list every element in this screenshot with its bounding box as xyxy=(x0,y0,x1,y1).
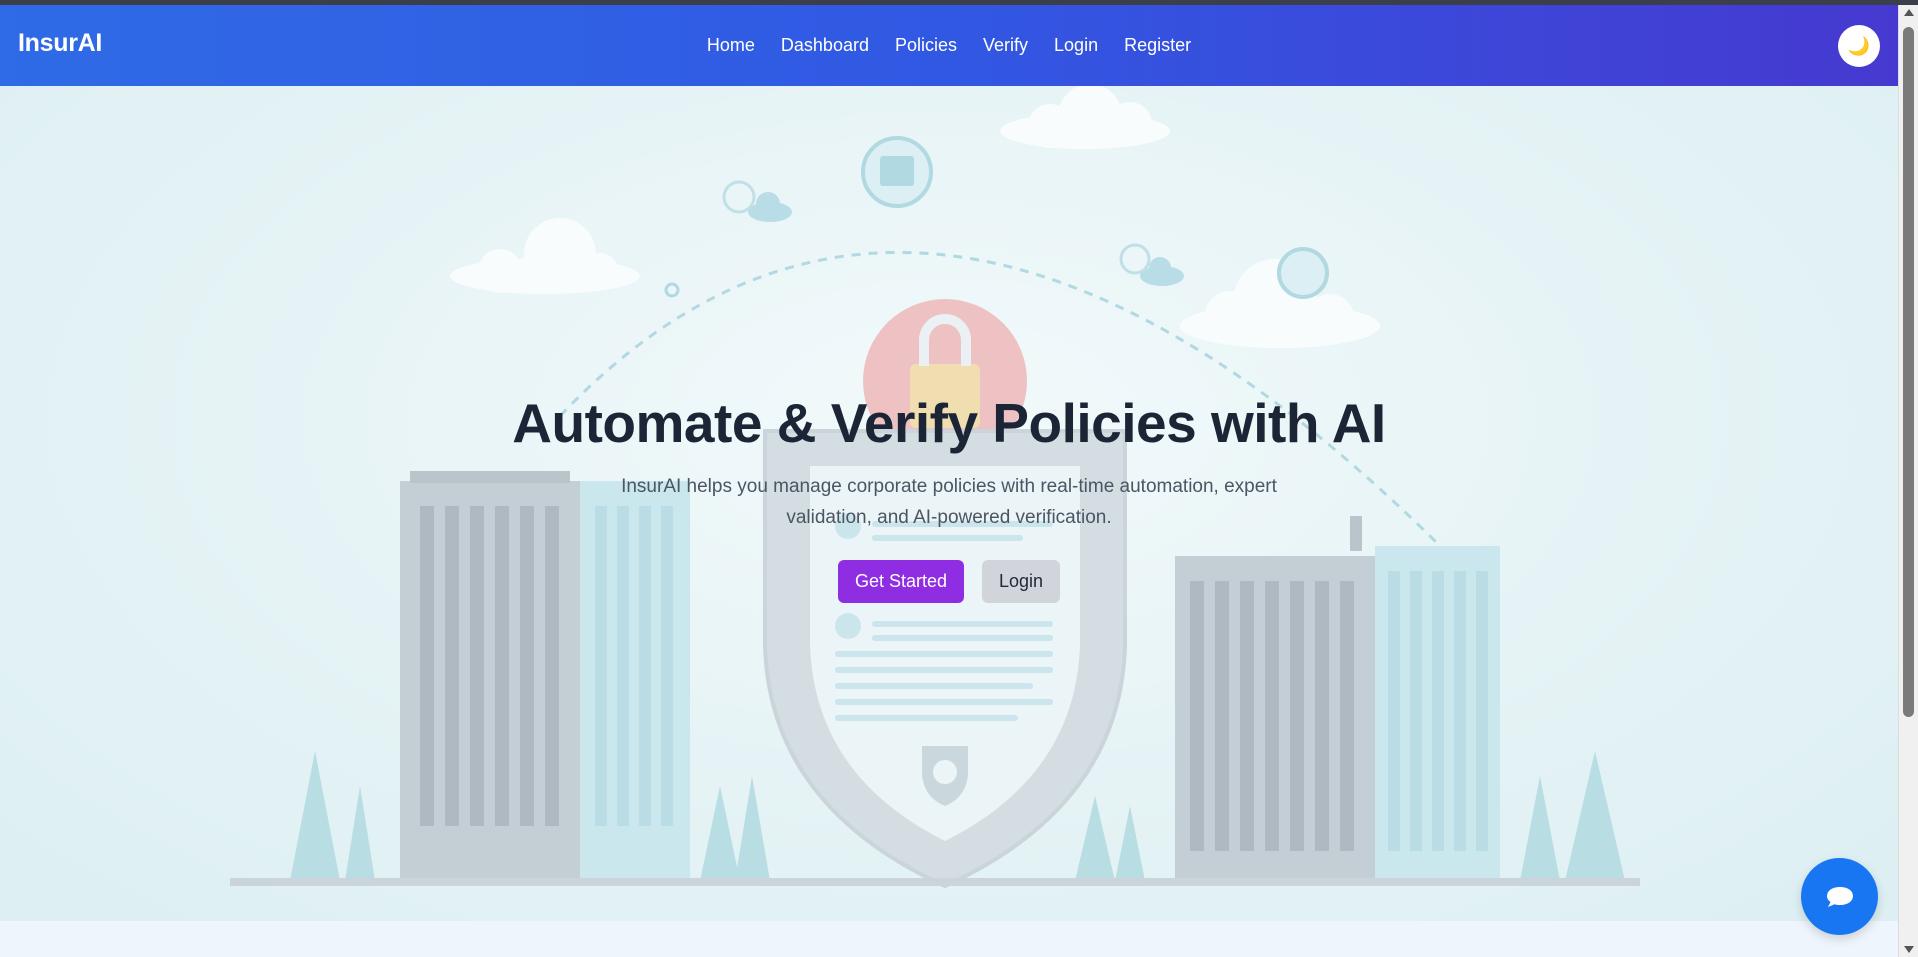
next-section xyxy=(0,921,1898,957)
nav-link-dashboard[interactable]: Dashboard xyxy=(768,35,882,56)
chat-button[interactable] xyxy=(1801,858,1878,935)
hero-title: Automate & Verify Policies with AI xyxy=(512,392,1386,454)
moon-icon: 🌙 xyxy=(1847,35,1871,56)
hero-subtitle: InsurAI helps you manage corporate polic… xyxy=(621,476,1277,528)
nav-link-verify[interactable]: Verify xyxy=(970,35,1041,56)
hero-actions: Get Started Login xyxy=(0,560,1898,603)
theme-toggle-button[interactable]: 🌙 xyxy=(1838,25,1880,67)
login-button[interactable]: Login xyxy=(982,560,1061,603)
nav-links: Home Dashboard Policies Verify Login Reg… xyxy=(694,35,1204,56)
nav-link-login[interactable]: Login xyxy=(1041,35,1111,56)
get-started-button[interactable]: Get Started xyxy=(837,560,964,603)
scrollbar-thumb[interactable] xyxy=(1903,27,1914,717)
nav-link-policies[interactable]: Policies xyxy=(882,35,970,56)
brand-logo[interactable]: InsurAI xyxy=(18,29,102,58)
navbar: InsurAI Home Dashboard Policies Verify L… xyxy=(0,5,1898,86)
hero-section: Automate & Verify Policies with AI Insur… xyxy=(0,86,1898,921)
hero-content: Automate & Verify Policies with AI Insur… xyxy=(0,391,1898,603)
scroll-down-arrow-icon[interactable] xyxy=(1904,946,1914,953)
nav-link-home[interactable]: Home xyxy=(694,35,768,56)
scroll-up-arrow-icon[interactable] xyxy=(1904,9,1914,16)
vertical-scrollbar[interactable] xyxy=(1898,5,1918,957)
chat-bubble-icon xyxy=(1826,886,1853,907)
nav-link-register[interactable]: Register xyxy=(1111,35,1204,56)
